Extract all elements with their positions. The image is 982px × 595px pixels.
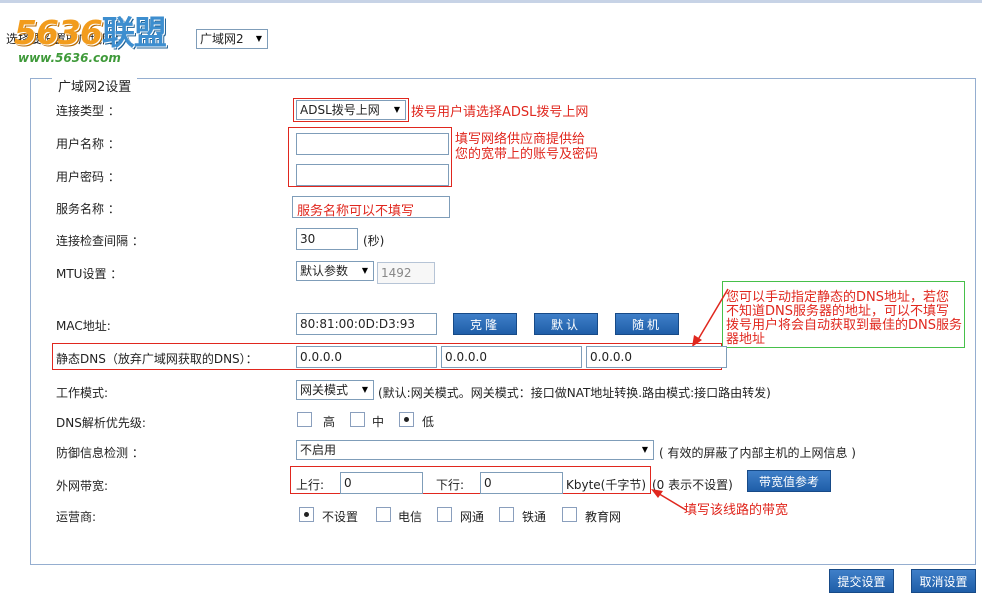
upload-input[interactable]: 0: [340, 472, 423, 494]
dns-label: 静态DNS（放弃广域网获取的DNS）：: [56, 352, 258, 366]
logo-cn: 联盟: [101, 13, 167, 52]
isp-label: 运营商:: [56, 510, 97, 524]
mac-input[interactable]: 80:81:00:0D:D3:93: [296, 313, 437, 335]
default-mac-button[interactable]: 默认: [534, 313, 598, 335]
dns-annotation-1: 您可以手动指定静态的DNS地址，若您: [726, 290, 949, 305]
logo-url: www.5636.com: [18, 51, 121, 65]
clone-mac-button[interactable]: 克隆: [453, 313, 517, 335]
mac-label: MAC地址:: [56, 319, 111, 333]
defense-note: ( 有效的屏蔽了内部主机的上网信息 ): [659, 446, 856, 460]
upload-label: 上行:: [296, 478, 325, 492]
arrow-icon: [692, 288, 729, 347]
mode-select-value: 网关模式: [300, 383, 349, 397]
account-annotation-2: 您的宽带上的账号及密码: [455, 147, 599, 162]
account-annotation-1: 填写网络供应商提供给: [455, 132, 586, 147]
conn-type-select[interactable]: ADSL拨号上网 ▼: [296, 100, 406, 120]
isp-none-radio[interactable]: [299, 507, 314, 522]
defense-select-value: 不启用: [300, 443, 337, 457]
username-input[interactable]: [296, 133, 449, 155]
isp-telecom-label: 电信: [398, 510, 423, 524]
isp-edu-radio[interactable]: [562, 507, 577, 522]
dns-priority-low-radio[interactable]: [399, 412, 414, 427]
arrow-icon: [651, 489, 687, 511]
wan-select-value: 广域网2: [200, 32, 244, 46]
mtu-select-value: 默认参数: [300, 264, 349, 278]
isp-railcom-radio[interactable]: [499, 507, 514, 522]
logo-digits: 5636: [14, 13, 103, 52]
download-input[interactable]: 0: [480, 472, 563, 494]
mtu-input[interactable]: 1492: [377, 262, 435, 284]
interval-label: 连接检查间隔 ：: [56, 234, 144, 248]
chevron-down-icon: ▼: [255, 34, 263, 43]
bandwidth-reference-button[interactable]: 带宽值参考: [747, 470, 831, 492]
conn-type-annotation: 拨号用户请选择ADSL拨号上网: [411, 105, 589, 120]
dns1-input[interactable]: 0.0.0.0: [296, 346, 437, 368]
dns-priority-high-label: 高: [323, 415, 336, 429]
password-input[interactable]: [296, 164, 449, 186]
mode-note: (默认:网关模式。网关模式：接口做NAT地址转换.路由模式:接口路由转发): [378, 386, 771, 400]
interval-unit: (秒): [363, 234, 385, 248]
username-label: 用户名称 ：: [56, 137, 120, 151]
mtu-label: MTU设置 ：: [56, 267, 123, 281]
logo-text: 5636联盟: [14, 13, 167, 52]
dns-annotation-2: 不知道DNS服务器的地址，可以不填写: [726, 304, 949, 319]
service-label: 服务名称 ：: [56, 202, 120, 216]
isp-edu-label: 教育网: [585, 510, 622, 524]
chevron-down-icon: ▼: [361, 266, 369, 275]
mtu-select[interactable]: 默认参数 ▼: [296, 261, 374, 281]
dns-annotation-3: 拨号用户将会自动获取到最佳的DNS服务: [726, 318, 962, 333]
isp-none-label: 不设置: [322, 510, 359, 524]
random-mac-button[interactable]: 随机: [615, 313, 679, 335]
mode-select[interactable]: 网关模式 ▼: [296, 380, 374, 400]
isp-railcom-label: 铁通: [522, 510, 547, 524]
dns-priority-high-radio[interactable]: [297, 412, 312, 427]
isp-netcom-radio[interactable]: [437, 507, 452, 522]
section-title: 广域网2设置: [52, 76, 138, 95]
isp-telecom-radio[interactable]: [376, 507, 391, 522]
chevron-down-icon: ▼: [393, 105, 401, 114]
conn-type-value: ADSL拨号上网: [300, 103, 380, 117]
chevron-down-icon: ▼: [641, 445, 649, 454]
wan-select[interactable]: 广域网2 ▼: [196, 29, 268, 49]
defense-select[interactable]: 不启用 ▼: [296, 440, 654, 460]
bandwidth-label: 外网带宽:: [56, 479, 109, 493]
interval-input[interactable]: 30: [296, 228, 358, 250]
submit-button[interactable]: 提交设置: [829, 569, 894, 593]
download-label: 下行:: [436, 478, 465, 492]
cancel-button[interactable]: 取消设置: [911, 569, 976, 593]
top-border: [0, 0, 982, 3]
bandwidth-annotation: 填写该线路的带宽: [684, 503, 789, 518]
defense-label: 防御信息检测 ：: [56, 446, 144, 460]
dns2-input[interactable]: 0.0.0.0: [441, 346, 582, 368]
dns-priority-mid-label: 中: [372, 415, 385, 429]
dns-priority-low-label: 低: [422, 415, 435, 429]
isp-netcom-label: 网通: [460, 510, 485, 524]
service-annotation: 服务名称可以不填写: [297, 204, 415, 219]
dns3-input[interactable]: 0.0.0.0: [586, 346, 727, 368]
dns-annotation-4: 器地址: [726, 332, 766, 347]
dns-priority-label: DNS解析优先级:: [56, 416, 146, 430]
dns-priority-mid-radio[interactable]: [350, 412, 365, 427]
site-logo: 5636联盟 www.5636.com: [14, 13, 167, 66]
conn-type-label: 连接类型 ：: [56, 104, 120, 118]
chevron-down-icon: ▼: [361, 385, 369, 394]
mode-label: 工作模式:: [56, 386, 109, 400]
password-label: 用户密码 ：: [56, 170, 120, 184]
bandwidth-unit: Kbyte(千字节): [566, 478, 647, 492]
